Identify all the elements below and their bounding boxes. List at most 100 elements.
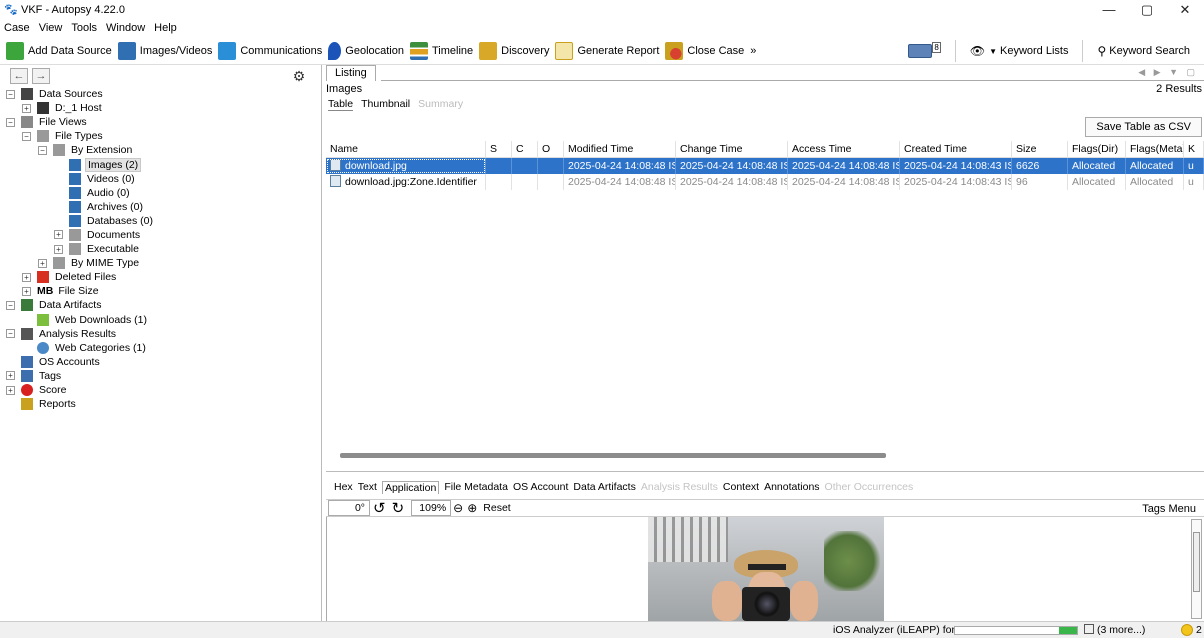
tree-node-host[interactable]: + D:_1 Host (0, 101, 321, 115)
rotate-right-icon[interactable]: ↻ (392, 499, 405, 517)
tree-node-mime-type[interactable]: + By MIME Type (0, 256, 321, 270)
tab-thumbnail[interactable]: Thumbnail (361, 98, 410, 111)
tab-application[interactable]: Application (381, 480, 440, 494)
rotation-field[interactable]: 0° (328, 500, 370, 516)
tree-node-file-views[interactable]: − File Views (0, 115, 321, 129)
tree-node-data-sources[interactable]: − Data Sources (0, 87, 321, 101)
generate-report-button[interactable]: Generate Report (555, 41, 659, 60)
collapse-icon[interactable]: − (6, 329, 15, 339)
column-header[interactable]: Flags(Meta) (1126, 141, 1184, 157)
communications-button[interactable]: Communications (218, 41, 322, 60)
tree-node-file-types[interactable]: − File Types (0, 129, 321, 143)
gear-icon[interactable]: ⚙ (291, 68, 307, 84)
collapse-icon[interactable]: − (38, 145, 47, 155)
expand-icon[interactable]: + (22, 272, 31, 282)
tab-annotations[interactable]: Annotations (764, 481, 819, 493)
tree-node-archives[interactable]: Archives (0) (0, 200, 321, 214)
column-header[interactable]: Name (326, 141, 486, 157)
tree-node-databases[interactable]: Databases (0) (0, 214, 321, 228)
tab-listing[interactable]: Listing (326, 65, 376, 81)
menu-help[interactable]: Help (154, 22, 177, 34)
keyword-search-button[interactable]: ⚲ Keyword Search (1097, 44, 1190, 58)
tree-node-data-artifacts[interactable]: − Data Artifacts (0, 298, 321, 312)
notification-icon[interactable] (1181, 624, 1193, 636)
tree-node-reports[interactable]: Reports (0, 397, 321, 411)
column-header[interactable]: O (538, 141, 564, 157)
discovery-button[interactable]: Discovery (479, 41, 549, 60)
tree-node-images[interactable]: Images (2) (0, 157, 321, 172)
tab-context[interactable]: Context (723, 481, 759, 493)
collapse-icon[interactable]: − (22, 131, 31, 141)
expand-icon[interactable]: + (38, 258, 47, 268)
minimize-button[interactable]: — (1090, 0, 1128, 20)
horizontal-scrollbar[interactable] (340, 453, 886, 458)
tree-node-web-categories[interactable]: Web Categories (1) (0, 341, 321, 355)
tree-node-deleted-files[interactable]: + Deleted Files (0, 270, 321, 284)
rotate-left-icon[interactable]: ↺ (373, 499, 386, 517)
table-row[interactable]: download.jpg:Zone.Identifier 2025-04-24 1… (326, 174, 1204, 190)
column-header[interactable]: Flags(Dir) (1068, 141, 1126, 157)
expand-icon[interactable]: + (22, 286, 31, 296)
close-case-button[interactable]: Close Case (665, 41, 744, 60)
column-header[interactable]: C (512, 141, 538, 157)
tree-node-tags[interactable]: + Tags (0, 369, 321, 383)
expand-icon[interactable]: + (6, 385, 15, 395)
tab-table[interactable]: Table (328, 98, 354, 111)
tree-node-score[interactable]: + Score (0, 383, 321, 397)
tab-nav-arrows[interactable]: ◀ ▶ ▼ ▢ (1138, 67, 1198, 78)
column-header[interactable]: Created Time (900, 141, 1012, 157)
tab-os-account[interactable]: OS Account (513, 481, 568, 493)
expand-icon[interactable]: + (54, 244, 63, 254)
column-header[interactable]: Change Time (676, 141, 788, 157)
timeline-button[interactable]: Timeline (410, 41, 473, 60)
menu-window[interactable]: Window (106, 22, 145, 34)
tab-file-metadata[interactable]: File Metadata (444, 481, 508, 493)
tree-node-file-size[interactable]: + MB File Size (0, 284, 321, 298)
tree-node-videos[interactable]: Videos (0) (0, 172, 321, 186)
zoom-field[interactable]: 109% (411, 500, 452, 516)
tree-node-executable[interactable]: + Executable (0, 242, 321, 256)
table-row[interactable]: download.jpg 2025-04-24 14:08:48 IST 2025-… (326, 158, 1204, 174)
keyword-lists-button[interactable]: 👁 ▼ Keyword Lists (970, 44, 1069, 58)
expand-icon[interactable]: + (54, 230, 63, 240)
column-header[interactable]: Size (1012, 141, 1068, 157)
more-tasks-button[interactable]: (3 more...) (1084, 624, 1145, 636)
panel-divider[interactable] (326, 471, 1204, 472)
column-header[interactable]: K (1184, 141, 1204, 157)
column-header[interactable]: Access Time (788, 141, 900, 157)
expand-icon[interactable]: + (6, 371, 15, 381)
add-data-source-button[interactable]: Add Data Source (6, 41, 112, 60)
collapse-icon[interactable]: − (6, 117, 15, 127)
messages-button[interactable]: 8 (908, 41, 941, 58)
tree-node-os-accounts[interactable]: OS Accounts (0, 355, 321, 369)
collapse-icon[interactable]: − (6, 300, 15, 310)
toolbar-overflow-button[interactable]: » (750, 45, 756, 57)
tab-hex[interactable]: Hex (334, 481, 353, 493)
vertical-scrollbar[interactable] (1191, 519, 1202, 619)
column-header[interactable]: S (486, 141, 512, 157)
maximize-button[interactable]: ▢ (1128, 0, 1166, 20)
save-table-csv-button[interactable]: Save Table as CSV (1085, 117, 1202, 137)
back-button[interactable]: ← (10, 68, 28, 84)
scrollbar-thumb[interactable] (1193, 532, 1200, 592)
reset-button[interactable]: Reset (483, 502, 510, 514)
geolocation-button[interactable]: Geolocation (328, 41, 404, 60)
zoom-in-icon[interactable]: ⊕ (467, 501, 477, 515)
images-videos-button[interactable]: Images/Videos (117, 41, 212, 60)
menu-tools[interactable]: Tools (71, 22, 97, 34)
tree-node-analysis-results[interactable]: − Analysis Results (0, 327, 321, 341)
tree-node-audio[interactable]: Audio (0) (0, 186, 321, 200)
forward-button[interactable]: → (32, 68, 50, 84)
expand-icon[interactable]: + (22, 103, 31, 113)
tab-text[interactable]: Text (358, 481, 377, 493)
collapse-icon[interactable]: − (6, 89, 15, 99)
tab-data-artifacts[interactable]: Data Artifacts (573, 481, 635, 493)
zoom-out-icon[interactable]: ⊖ (453, 501, 463, 515)
tags-menu-button[interactable]: Tags Menu (1142, 500, 1196, 518)
column-header[interactable]: Modified Time (564, 141, 676, 157)
tree-node-web-downloads[interactable]: Web Downloads (1) (0, 313, 321, 327)
tree-node-by-extension[interactable]: − By Extension (0, 143, 321, 157)
menu-view[interactable]: View (39, 22, 63, 34)
close-window-button[interactable]: ✕ (1166, 0, 1204, 20)
tree-node-documents[interactable]: + Documents (0, 228, 321, 242)
